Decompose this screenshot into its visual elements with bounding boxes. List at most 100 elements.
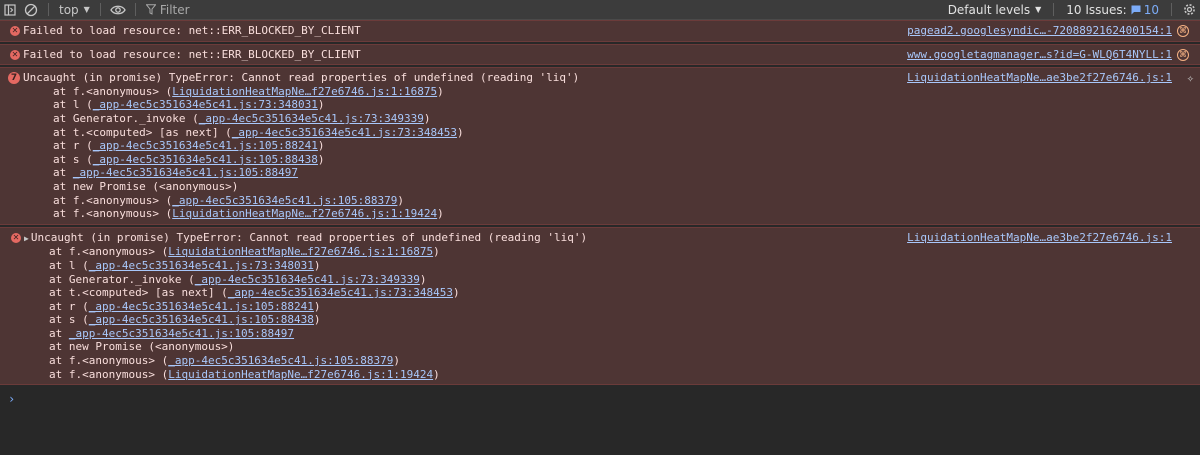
frame-text: )	[313, 299, 321, 313]
eye-icon	[110, 5, 126, 14]
source-link[interactable]: LiquidationHeatMapNe…ae3be2f27e6746.js:1	[907, 231, 1172, 245]
console-toolbar: top ▼ Default levels ▼ 10 Issues: 10	[0, 0, 1200, 20]
clear-console-button[interactable]	[20, 0, 42, 19]
frame-source-link[interactable]: LiquidationHeatMapNe…f27e6746.js:1:19424	[168, 368, 433, 381]
frame-text: at Generator._invoke (	[49, 272, 195, 286]
frame-source-link[interactable]: _app-4ec5c351634e5c41.js:105:88379	[168, 354, 393, 367]
stack-frame: at s (_app-4ec5c351634e5c41.js:105:88438…	[49, 313, 1200, 327]
source-link[interactable]: www.googletagmanager…s?id=G-WLQ6T4NYLL:1	[907, 48, 1172, 62]
filter-input[interactable]	[159, 2, 860, 17]
stack-frame: at _app-4ec5c351634e5c41.js:105:88497	[53, 166, 1200, 180]
clear-icon	[24, 3, 38, 16]
dropdown-arrow-icon: ▼	[83, 5, 90, 14]
stack-frame: at new Promise (<anonymous>)	[49, 340, 1200, 354]
source-link[interactable]: pagead2.googlesyndic…-7208892162400154:1	[907, 24, 1172, 38]
stack-frame: at t.<computed> [as next] (_app-4ec5c351…	[49, 286, 1200, 300]
frame-source-link[interactable]: _app-4ec5c351634e5c41.js:105:88497	[69, 327, 294, 340]
issues-badge: 10	[1131, 3, 1159, 17]
stack-frame: at r (_app-4ec5c351634e5c41.js:105:88241…	[53, 139, 1200, 153]
frame-text: )	[433, 245, 440, 259]
frame-source-link[interactable]: _app-4ec5c351634e5c41.js:105:88438	[93, 153, 318, 166]
frame-source-link[interactable]: LiquidationHeatMapNe…f27e6746.js:1:16875	[172, 85, 437, 98]
toolbar-divider	[99, 3, 101, 16]
frame-text: )	[419, 272, 427, 286]
frame-text: at f.<anonymous> (	[53, 193, 173, 207]
expand-arrow-icon[interactable]: ▶	[24, 232, 29, 246]
stack-frame: at s (_app-4ec5c351634e5c41.js:105:88438…	[53, 153, 1200, 167]
stack-frame: at new Promise (<anonymous>)	[53, 180, 1200, 194]
frame-text: at r (	[49, 299, 89, 313]
console-settings-button[interactable]	[1178, 0, 1200, 19]
stack-trace: at f.<anonymous> (LiquidationHeatMapNe…f…	[0, 85, 1200, 221]
issues-button[interactable]: 10 Issues: 10	[1060, 3, 1165, 17]
frame-text: )	[317, 98, 325, 112]
context-selector[interactable]: top ▼	[55, 0, 94, 19]
frame-text: )	[456, 125, 464, 139]
frame-text: at t.<computed> [as next] (	[49, 286, 228, 300]
frame-text: at l (	[53, 98, 93, 112]
frame-source-link[interactable]: _app-4ec5c351634e5c41.js:73:348453	[228, 286, 453, 299]
frame-text: at	[53, 166, 73, 180]
frame-text: at r (	[53, 139, 93, 153]
frame-source-link[interactable]: _app-4ec5c351634e5c41.js:105:88241	[93, 139, 318, 152]
stack-frame: at l (_app-4ec5c351634e5c41.js:73:348031…	[49, 259, 1200, 273]
frame-source-link[interactable]: _app-4ec5c351634e5c41.js:105:88438	[89, 313, 314, 326]
error-icon: ✕	[11, 232, 21, 243]
frame-text: )	[317, 152, 325, 166]
network-request-icon[interactable]: ⌘	[1177, 48, 1189, 61]
frame-text: at f.<anonymous> (	[49, 367, 169, 381]
frame-text: )	[423, 111, 431, 125]
stack-frame: at Generator._invoke (_app-4ec5c351634e5…	[49, 273, 1200, 287]
issues-count: 10	[1143, 2, 1159, 17]
network-request-icon[interactable]: ⌘	[1177, 25, 1189, 37]
frame-text: )	[313, 313, 321, 327]
gear-icon	[1183, 4, 1195, 15]
error-icon: ✕	[10, 26, 20, 36]
filter-box[interactable]	[142, 0, 948, 19]
toolbar-divider	[1053, 3, 1055, 16]
frame-text: at f.<anonymous> (	[49, 354, 169, 368]
frame-source-link[interactable]: LiquidationHeatMapNe…f27e6746.js:1:19424	[172, 207, 437, 220]
frame-text: at s (	[49, 313, 89, 327]
console-messages: ✕ Failed to load resource: net::ERR_BLOC…	[0, 20, 1200, 455]
frame-source-link[interactable]: _app-4ec5c351634e5c41.js:105:88497	[73, 166, 298, 179]
frame-text: at f.<anonymous> (	[53, 207, 173, 221]
frame-text: )	[452, 286, 460, 300]
stack-frame: at Generator._invoke (_app-4ec5c351634e5…	[53, 112, 1200, 126]
prompt-caret-icon: ›	[8, 392, 16, 407]
frame-text: )	[393, 354, 401, 368]
sidebar-icon	[4, 3, 16, 16]
frame-source-link[interactable]: _app-4ec5c351634e5c41.js:73:348031	[89, 259, 314, 272]
frame-text: at	[49, 326, 69, 340]
stack-frame: at _app-4ec5c351634e5c41.js:105:88497	[49, 327, 1200, 341]
frame-source-link[interactable]: _app-4ec5c351634e5c41.js:73:349339	[195, 273, 420, 286]
error-icon: ✕	[10, 49, 20, 60]
frame-source-link[interactable]: LiquidationHeatMapNe…f27e6746.js:1:16875	[168, 245, 433, 258]
frame-text: )	[313, 258, 321, 272]
stack-frame: at f.<anonymous> (_app-4ec5c351634e5c41.…	[49, 354, 1200, 368]
frame-source-link[interactable]: _app-4ec5c351634e5c41.js:73:348453	[232, 126, 457, 139]
console-prompt[interactable]: ›	[0, 387, 1200, 406]
sidebar-toggle-button[interactable]	[0, 0, 20, 19]
stack-trace: at f.<anonymous> (LiquidationHeatMapNe…f…	[0, 245, 1200, 381]
message-icon	[1131, 5, 1141, 14]
console-error-group: ✕ ▶ Uncaught (in promise) TypeError: Can…	[0, 226, 1200, 386]
frame-text: at f.<anonymous> (	[53, 84, 173, 98]
log-levels-dropdown[interactable]: Default levels ▼	[948, 3, 1048, 17]
console-message: ✕ Failed to load resource: net::ERR_BLOC…	[0, 20, 1200, 42]
frame-source-link[interactable]: _app-4ec5c351634e5c41.js:73:349339	[199, 112, 424, 125]
frame-source-link[interactable]: _app-4ec5c351634e5c41.js:73:348031	[93, 98, 318, 111]
frame-text: at l (	[49, 258, 89, 272]
frame-source-link[interactable]: _app-4ec5c351634e5c41.js:105:88379	[172, 194, 397, 207]
stack-frame: at l (_app-4ec5c351634e5c41.js:73:348031…	[53, 98, 1200, 112]
live-expression-button[interactable]	[107, 0, 129, 19]
issues-label: 10 Issues:	[1066, 2, 1127, 17]
stack-frame: at f.<anonymous> (LiquidationHeatMapNe…f…	[53, 85, 1200, 99]
dropdown-arrow-icon: ▼	[1035, 5, 1042, 14]
insight-icon[interactable]: ✧	[1187, 71, 1194, 85]
source-link[interactable]: LiquidationHeatMapNe…ae3be2f27e6746.js:1	[907, 71, 1172, 85]
frame-source-link[interactable]: _app-4ec5c351634e5c41.js:105:88241	[89, 300, 314, 313]
frame-text: )	[437, 207, 444, 221]
stack-frame: at t.<computed> [as next] (_app-4ec5c351…	[53, 126, 1200, 140]
frame-text: )	[433, 367, 440, 381]
